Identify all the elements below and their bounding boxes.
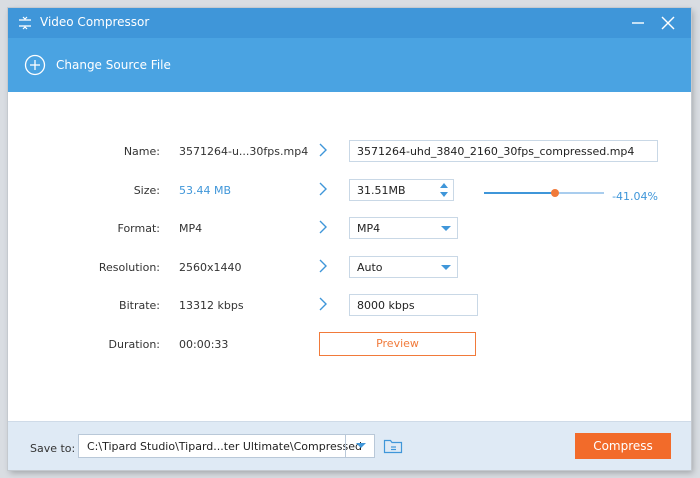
format-label: Format: — [117, 222, 160, 235]
minimize-icon[interactable] — [628, 13, 648, 33]
chevron-right-icon — [319, 143, 327, 157]
size-label: Size: — [133, 184, 160, 197]
save-path-field[interactable]: C:\Tipard Studio\Tipard...ter Ultimate\C… — [78, 434, 375, 458]
output-name-field[interactable]: 3571264-uhd_3840_2160_30fps_compressed.m… — [349, 140, 658, 162]
output-size-stepper[interactable]: 31.51MB — [349, 179, 454, 201]
plus-circle-icon — [24, 54, 46, 76]
preview-button[interactable]: Preview — [319, 332, 476, 356]
save-path-dropdown[interactable] — [345, 434, 375, 458]
chevron-right-icon — [319, 220, 327, 234]
chevron-right-icon — [319, 259, 327, 273]
resolution-label: Resolution: — [98, 261, 160, 274]
format-select-value: MP4 — [357, 222, 381, 235]
original-name: 3571264-u...30fps.mp4 — [179, 145, 309, 158]
size-reduction-percent: -41.04% — [612, 190, 658, 203]
original-size: 53.44 MB — [179, 184, 232, 197]
chevron-right-icon — [319, 182, 327, 196]
duration-label: Duration: — [108, 338, 160, 351]
name-label: Name: — [123, 145, 160, 158]
bitrate-value: 8000 kbps — [357, 299, 415, 312]
close-icon[interactable] — [658, 13, 678, 33]
window-title: Video Compressor — [40, 15, 150, 29]
bitrate-field[interactable]: 8000 kbps — [349, 294, 478, 316]
save-path-value: C:\Tipard Studio\Tipard...ter Ultimate\C… — [87, 440, 362, 453]
bitrate-label: Bitrate: — [119, 299, 160, 312]
change-source-file-button[interactable]: Change Source File — [24, 54, 171, 76]
change-source-file-label: Change Source File — [56, 58, 171, 72]
slider-fill — [484, 192, 555, 194]
original-resolution: 2560x1440 — [179, 261, 242, 274]
spin-up-icon — [440, 183, 448, 188]
output-size-value: 31.51MB — [357, 184, 406, 197]
folder-icon[interactable] — [383, 437, 403, 455]
output-name-value: 3571264-uhd_3840_2160_30fps_compressed.m… — [357, 145, 635, 158]
original-duration: 00:00:33 — [179, 338, 229, 351]
title-bar: Video Compressor — [8, 8, 691, 38]
compress-button[interactable]: Compress — [575, 433, 671, 459]
slider-thumb[interactable] — [550, 189, 559, 197]
resolution-select[interactable]: Auto — [349, 256, 458, 278]
dropdown-arrow-icon — [356, 443, 366, 448]
original-format: MP4 — [179, 222, 203, 235]
dropdown-arrow-icon — [441, 226, 451, 231]
size-slider[interactable] — [484, 188, 604, 198]
toolbar: Change Source File — [8, 38, 691, 92]
video-compressor-window: Video Compressor Change Source File Name… — [8, 8, 691, 470]
compressor-icon — [19, 16, 31, 30]
dropdown-arrow-icon — [441, 265, 451, 270]
resolution-select-value: Auto — [357, 261, 383, 274]
original-bitrate: 13312 kbps — [179, 299, 244, 312]
footer: Save to: C:\Tipard Studio\Tipard...ter U… — [8, 421, 691, 470]
spin-buttons[interactable] — [438, 181, 450, 199]
save-to-label: Save to: — [30, 442, 76, 455]
chevron-right-icon — [319, 297, 327, 311]
format-select[interactable]: MP4 — [349, 217, 458, 239]
spin-down-icon — [440, 192, 448, 197]
